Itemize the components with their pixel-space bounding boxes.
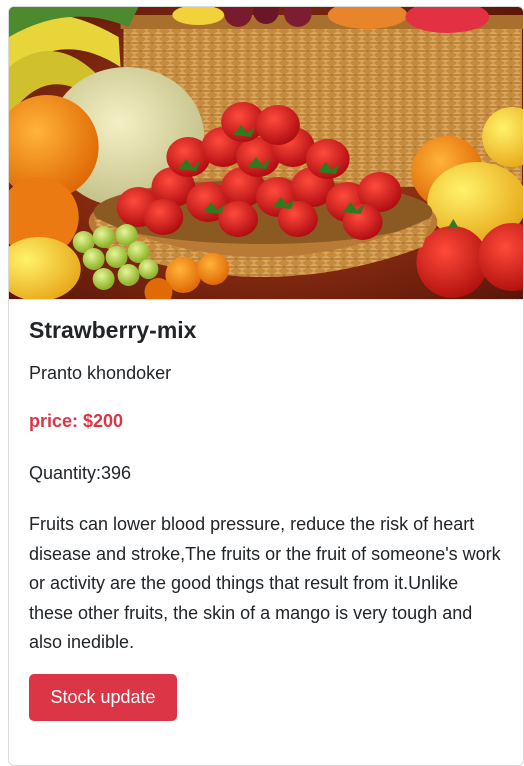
stock-update-button[interactable]: Stock update [29, 673, 177, 721]
product-title: Strawberry-mix [29, 317, 197, 343]
product-description: Fruits can lower blood pressure, reduce … [29, 514, 501, 652]
card-body: Strawberry-mix Pranto khondoker price: $… [9, 300, 523, 721]
product-quantity: Quantity:396 [29, 463, 132, 483]
product-image [9, 7, 523, 300]
supplier-name: Pranto khondoker [29, 363, 172, 383]
product-card: Strawberry-mix Pranto khondoker price: $… [8, 6, 524, 766]
product-price: price: $200 [29, 411, 124, 431]
